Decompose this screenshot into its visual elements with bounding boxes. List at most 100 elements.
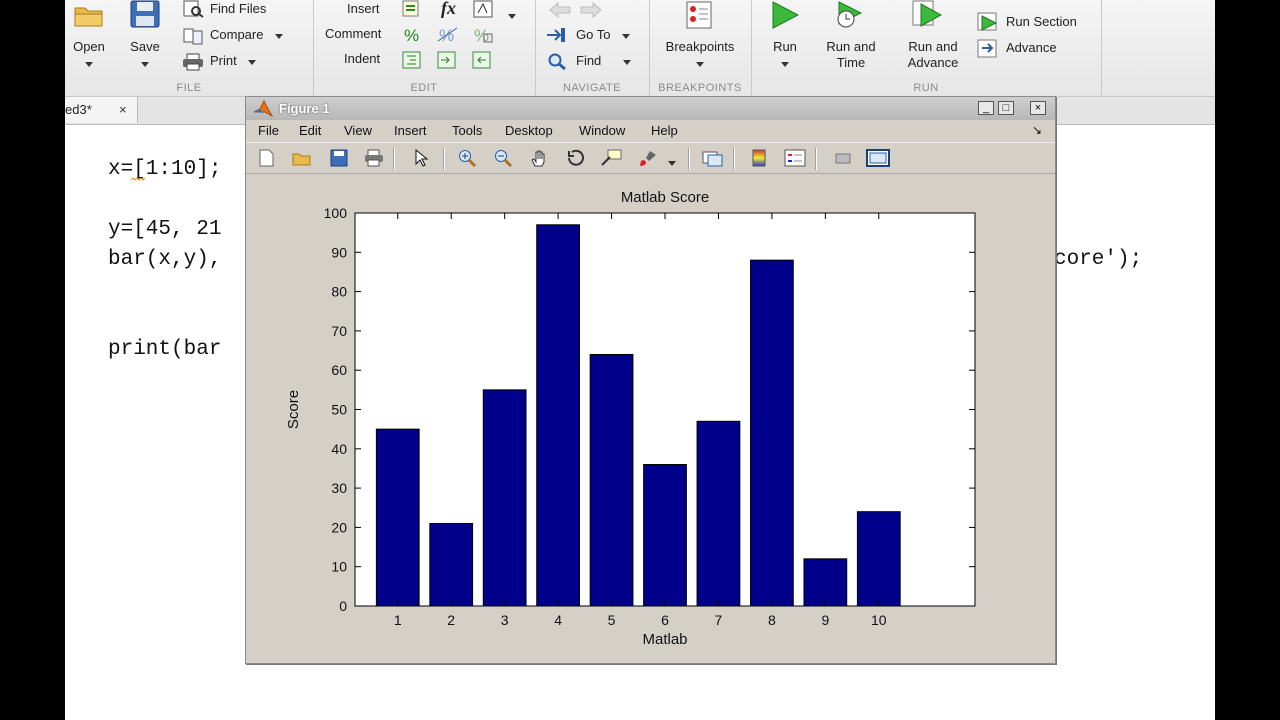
close-button[interactable]: × xyxy=(1030,101,1046,115)
increase-indent-icon[interactable] xyxy=(437,51,459,69)
run-button[interactable]: Run xyxy=(761,39,809,71)
forward-arrow-icon[interactable] xyxy=(579,2,603,18)
open-button[interactable]: Open xyxy=(70,39,108,71)
open-dropdown-icon xyxy=(85,62,93,67)
navigate-section-title: NAVIGATE xyxy=(563,82,621,94)
find-files-button[interactable]: Find Files xyxy=(210,1,266,16)
run-and-advance-button[interactable]: Run and Advance xyxy=(891,39,975,71)
figure-menu-bar: File Edit View Insert Tools Desktop Wind… xyxy=(246,120,1055,142)
smart-indent-icon[interactable] xyxy=(402,51,424,69)
editor-tab-label: ed3* xyxy=(65,102,92,117)
bar-8[interactable] xyxy=(750,259,794,607)
x-tick-label: 4 xyxy=(554,612,562,628)
decrease-indent-icon[interactable] xyxy=(472,51,494,69)
dock-arrow-icon[interactable]: ↘ xyxy=(1032,123,1042,137)
new-figure-icon[interactable] xyxy=(257,149,275,167)
menu-view[interactable]: View xyxy=(344,123,372,138)
bar-3[interactable] xyxy=(482,389,527,607)
code-line-1: x=[1:10]; xyxy=(108,158,222,181)
breakpoints-button[interactable]: Breakpoints xyxy=(649,39,751,71)
bar-9[interactable] xyxy=(803,558,848,607)
print-figure-icon[interactable] xyxy=(364,149,383,167)
run-section-button[interactable]: Run Section xyxy=(1006,14,1077,29)
bar-2[interactable] xyxy=(429,522,474,607)
x-axis-label: Matlab xyxy=(642,631,687,648)
menu-edit[interactable]: Edit xyxy=(299,123,321,138)
comment-percent-icon[interactable]: % xyxy=(402,26,424,44)
wrap-comments-icon[interactable]: % xyxy=(472,26,494,44)
figure-title: Figure 1 xyxy=(279,101,330,116)
find-button[interactable]: Find xyxy=(576,53,631,68)
print-button[interactable]: Print xyxy=(210,53,257,68)
insert-section-icon[interactable] xyxy=(402,0,424,18)
bar-4[interactable] xyxy=(536,224,580,607)
matlab-app: Open Save Find Files Compare Print FILE … xyxy=(65,0,1215,720)
bar-10[interactable] xyxy=(856,511,901,607)
link-plot-icon[interactable] xyxy=(702,149,723,167)
run-play-icon xyxy=(769,0,801,30)
open-file-icon[interactable] xyxy=(292,149,311,167)
warning-squiggle xyxy=(131,177,145,181)
brush-icon[interactable] xyxy=(638,149,656,167)
insert-math-icon[interactable] xyxy=(473,0,495,18)
y-tick-label: 60 xyxy=(331,362,347,378)
bar-chart[interactable]: Matlab Score 0 10 20 30 40 50 60 70 80 90 100 1 2 3 4… xyxy=(246,173,1055,663)
figure-toolbar xyxy=(246,142,1055,174)
navigate-section: Go To Find NAVIGATE xyxy=(535,0,650,96)
run-and-time-button[interactable]: Run and Time xyxy=(815,39,887,71)
breakpoints-icon xyxy=(684,1,716,29)
x-tick-label: 5 xyxy=(608,612,616,628)
comment-label: Comment xyxy=(325,26,382,41)
bar-1[interactable] xyxy=(375,428,420,607)
breakpoints-section-title: BREAKPOINTS xyxy=(658,82,742,94)
data-cursor-icon[interactable] xyxy=(600,149,622,167)
hide-plot-tools-icon[interactable] xyxy=(834,149,852,167)
editor-tab[interactable]: ed3* × xyxy=(65,97,138,123)
advance-button[interactable]: Advance xyxy=(1006,40,1057,55)
tab-close-icon[interactable]: × xyxy=(119,102,127,117)
figure-title-bar[interactable]: Figure 1 _ □ × xyxy=(246,97,1055,120)
compare-button[interactable]: Compare xyxy=(210,27,284,42)
zoom-out-icon[interactable] xyxy=(494,149,513,168)
breakpoints-section: Breakpoints BREAKPOINTS xyxy=(649,0,752,96)
bar-6[interactable] xyxy=(643,464,687,607)
rotate-3d-icon[interactable] xyxy=(566,149,584,167)
go-to-button[interactable]: Go To xyxy=(576,27,631,42)
save-figure-icon[interactable] xyxy=(330,149,348,167)
code-line-3-tail-text: core'); xyxy=(1054,248,1143,271)
run-section-title: RUN xyxy=(913,82,939,94)
chart-title: Matlab Score xyxy=(621,189,709,206)
menu-tools[interactable]: Tools xyxy=(452,123,482,138)
uncomment-icon[interactable]: % xyxy=(437,26,459,44)
menu-file[interactable]: File xyxy=(258,123,279,138)
minimize-button[interactable]: _ xyxy=(978,101,994,115)
x-tick-label: 10 xyxy=(871,612,887,628)
maximize-button[interactable]: □ xyxy=(998,101,1014,115)
brush-dropdown-icon[interactable] xyxy=(668,153,686,171)
insert-function-button[interactable]: fx xyxy=(441,0,456,19)
menu-help[interactable]: Help xyxy=(651,123,678,138)
menu-insert[interactable]: Insert xyxy=(394,123,427,138)
find-dropdown-icon xyxy=(622,60,631,65)
code-line-3-tail: core'); xyxy=(1054,248,1142,271)
zoom-in-icon[interactable] xyxy=(458,149,477,168)
pan-hand-icon[interactable] xyxy=(530,149,548,167)
run-dropdown-icon xyxy=(781,62,789,67)
y-axis-label: Score xyxy=(285,390,302,429)
back-arrow-icon[interactable] xyxy=(548,2,572,18)
go-to-icon xyxy=(545,26,567,44)
menu-window[interactable]: Window xyxy=(579,123,625,138)
pointer-arrow-icon[interactable] xyxy=(412,148,430,167)
colorbar-icon[interactable] xyxy=(752,149,770,167)
edit-more-dropdown-icon[interactable] xyxy=(508,6,516,24)
menu-desktop[interactable]: Desktop xyxy=(505,123,553,138)
save-disk-icon xyxy=(129,0,161,28)
show-plot-tools-icon[interactable] xyxy=(866,149,890,167)
bar-7[interactable] xyxy=(696,420,741,607)
print-icon xyxy=(182,53,204,71)
code-line-4: print(bar xyxy=(108,338,222,361)
edit-section-title: EDIT xyxy=(410,82,438,94)
legend-icon[interactable] xyxy=(784,149,806,167)
save-button[interactable]: Save xyxy=(124,39,166,71)
bar-5[interactable] xyxy=(589,353,634,607)
